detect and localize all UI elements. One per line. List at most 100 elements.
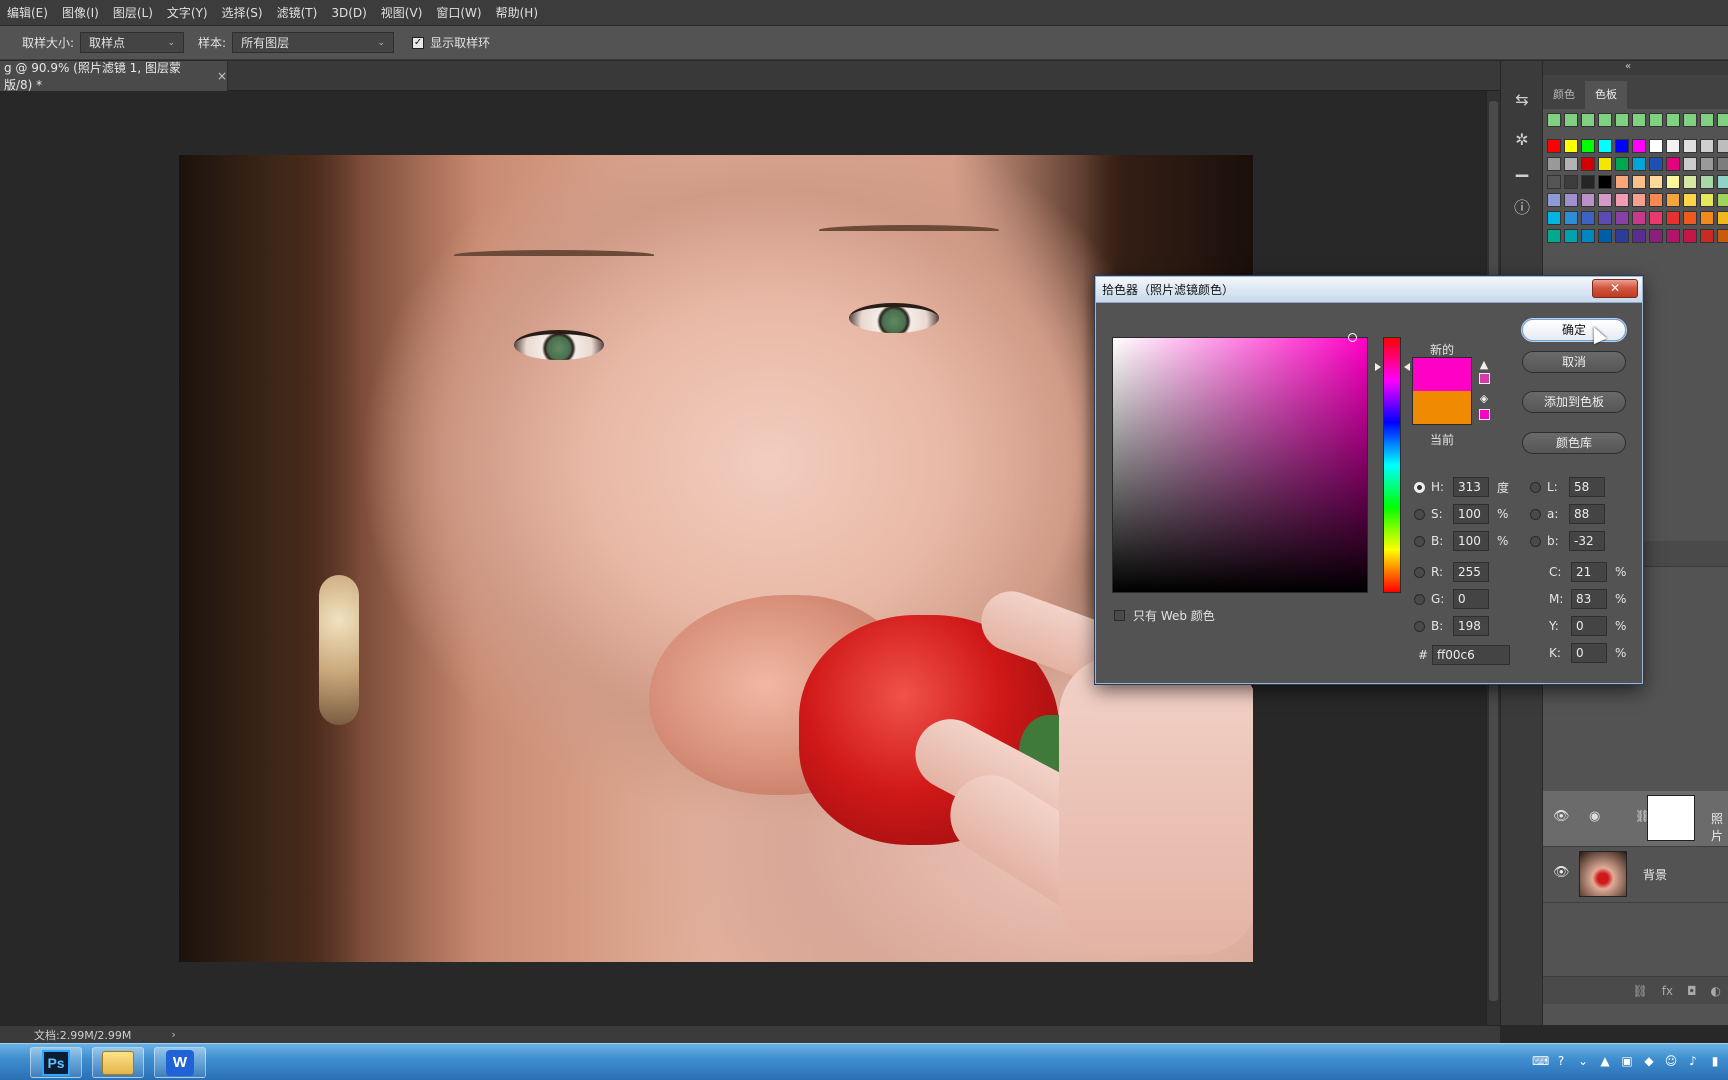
color-swatch[interactable] bbox=[1683, 175, 1697, 189]
color-swatch[interactable] bbox=[1649, 139, 1663, 153]
color-swatch[interactable] bbox=[1615, 229, 1629, 243]
color-swatch[interactable] bbox=[1666, 175, 1680, 189]
color-libraries-button[interactable]: 颜色库 bbox=[1522, 432, 1626, 454]
color-swatch[interactable] bbox=[1581, 139, 1595, 153]
cancel-button[interactable]: 取消 bbox=[1522, 351, 1626, 373]
input-l[interactable]: 58 bbox=[1569, 477, 1605, 497]
close-icon[interactable]: × bbox=[217, 69, 227, 83]
tray-signal-icon[interactable]: ▮ bbox=[1708, 1054, 1722, 1068]
color-swatch[interactable] bbox=[1564, 139, 1578, 153]
color-swatch[interactable] bbox=[1547, 139, 1561, 153]
taskbar-explorer[interactable] bbox=[92, 1047, 144, 1078]
tray-keyboard-icon[interactable]: ⌨ bbox=[1532, 1054, 1549, 1068]
tray-help-icon[interactable]: ? bbox=[1554, 1054, 1568, 1068]
color-swatch[interactable] bbox=[1547, 229, 1561, 243]
tab-color[interactable]: 颜色 bbox=[1543, 81, 1585, 109]
color-swatch[interactable] bbox=[1547, 211, 1561, 225]
color-swatch[interactable] bbox=[1717, 211, 1728, 225]
color-swatch[interactable] bbox=[1666, 211, 1680, 225]
color-swatch[interactable] bbox=[1700, 175, 1714, 189]
menu-type[interactable]: 文字(Y) bbox=[160, 4, 215, 21]
color-swatch[interactable] bbox=[1683, 113, 1697, 127]
layer-thumbnail[interactable] bbox=[1579, 851, 1627, 897]
tray-up-icon[interactable]: ▲ bbox=[1598, 1054, 1612, 1068]
web-only-checkbox[interactable] bbox=[1114, 610, 1125, 621]
brush-settings-icon[interactable]: ✲ bbox=[1511, 129, 1533, 151]
color-swatch[interactable] bbox=[1632, 157, 1646, 171]
color-swatch[interactable] bbox=[1615, 113, 1629, 127]
color-swatch[interactable] bbox=[1547, 157, 1561, 171]
color-swatch[interactable] bbox=[1649, 113, 1663, 127]
input-hex[interactable]: ff00c6 bbox=[1432, 645, 1510, 665]
radio-h[interactable] bbox=[1414, 481, 1425, 493]
color-field-marker[interactable] bbox=[1348, 333, 1357, 342]
color-swatch[interactable] bbox=[1632, 175, 1646, 189]
color-swatch[interactable] bbox=[1581, 229, 1595, 243]
color-swatch[interactable] bbox=[1564, 193, 1578, 207]
color-swatch[interactable] bbox=[1683, 157, 1697, 171]
color-swatch[interactable] bbox=[1598, 157, 1612, 171]
tab-swatches[interactable]: 色板 bbox=[1585, 81, 1627, 109]
input-a[interactable]: 88 bbox=[1569, 504, 1605, 524]
color-swatch[interactable] bbox=[1717, 139, 1728, 153]
color-swatch[interactable] bbox=[1615, 175, 1629, 189]
input-c[interactable]: 21 bbox=[1571, 562, 1607, 582]
radio-lab-b[interactable] bbox=[1530, 535, 1541, 547]
color-swatch[interactable] bbox=[1683, 193, 1697, 207]
radio-r[interactable] bbox=[1414, 566, 1425, 578]
color-swatch[interactable] bbox=[1615, 211, 1629, 225]
color-swatch[interactable] bbox=[1581, 175, 1595, 189]
color-swatch[interactable] bbox=[1666, 193, 1680, 207]
document-tab[interactable]: g @ 90.9% (照片滤镜 1, 图层蒙版/8) * × bbox=[0, 61, 228, 92]
color-swatch[interactable] bbox=[1615, 193, 1629, 207]
menu-select[interactable]: 选择(S) bbox=[215, 4, 270, 21]
menu-layer[interactable]: 图层(L) bbox=[106, 4, 160, 21]
mask-icon[interactable]: ◘ bbox=[1687, 984, 1697, 998]
info-icon[interactable]: ⓘ bbox=[1511, 197, 1533, 219]
eye-icon[interactable]: 👁 bbox=[1553, 865, 1570, 880]
input-g[interactable]: 0 bbox=[1453, 589, 1489, 609]
menu-edit[interactable]: 编辑(E) bbox=[0, 4, 55, 21]
color-swatch[interactable] bbox=[1615, 157, 1629, 171]
input-brightness[interactable]: 100 bbox=[1453, 531, 1489, 551]
histogram-icon[interactable]: ▁ bbox=[1511, 157, 1533, 179]
input-y[interactable]: 0 bbox=[1571, 616, 1607, 636]
color-swatch[interactable] bbox=[1717, 157, 1728, 171]
fx-icon[interactable]: fx bbox=[1662, 984, 1673, 998]
menu-view[interactable]: 视图(V) bbox=[374, 4, 430, 21]
color-swatch[interactable] bbox=[1598, 113, 1612, 127]
document-image[interactable] bbox=[179, 155, 1253, 962]
color-swatch[interactable] bbox=[1547, 175, 1561, 189]
input-m[interactable]: 83 bbox=[1571, 589, 1607, 609]
color-swatch[interactable] bbox=[1615, 139, 1629, 153]
layer-row[interactable]: 👁 背景 bbox=[1543, 847, 1728, 903]
collapse-icon[interactable]: « bbox=[1625, 61, 1631, 72]
input-lab-b[interactable]: -32 bbox=[1569, 531, 1605, 551]
color-swatch[interactable] bbox=[1683, 229, 1697, 243]
panel-collapse[interactable]: « bbox=[1543, 61, 1728, 75]
color-swatch[interactable] bbox=[1649, 229, 1663, 243]
sample-size-select[interactable]: 取样点 ⌄ bbox=[80, 32, 185, 53]
hue-slider[interactable] bbox=[1383, 337, 1401, 593]
show-ring-checkbox[interactable]: ✓ bbox=[412, 36, 425, 49]
color-swatch[interactable] bbox=[1632, 211, 1646, 225]
input-s[interactable]: 100 bbox=[1453, 504, 1489, 524]
color-swatch[interactable] bbox=[1598, 193, 1612, 207]
input-r[interactable]: 255 bbox=[1453, 562, 1489, 582]
chevron-right-icon[interactable]: › bbox=[171, 1028, 175, 1041]
color-swatch[interactable] bbox=[1632, 193, 1646, 207]
history-icon[interactable]: ⇆ bbox=[1511, 89, 1533, 111]
menu-filter[interactable]: 滤镜(T) bbox=[270, 4, 325, 21]
radio-blue[interactable] bbox=[1414, 620, 1425, 632]
color-swatch[interactable] bbox=[1666, 157, 1680, 171]
layer-mask-thumbnail[interactable] bbox=[1647, 795, 1695, 841]
color-swatch[interactable] bbox=[1717, 113, 1728, 127]
color-swatch[interactable] bbox=[1717, 193, 1728, 207]
layer-row[interactable]: 👁 ◉ ⛓ 照片 bbox=[1543, 791, 1728, 847]
tray-network-icon[interactable]: ▣ bbox=[1620, 1054, 1634, 1068]
color-swatch[interactable] bbox=[1581, 193, 1595, 207]
adjustment-layer-icon[interactable]: ◐ bbox=[1711, 984, 1721, 998]
color-swatch[interactable] bbox=[1700, 139, 1714, 153]
color-swatch[interactable] bbox=[1700, 211, 1714, 225]
menu-image[interactable]: 图像(I) bbox=[55, 4, 106, 21]
